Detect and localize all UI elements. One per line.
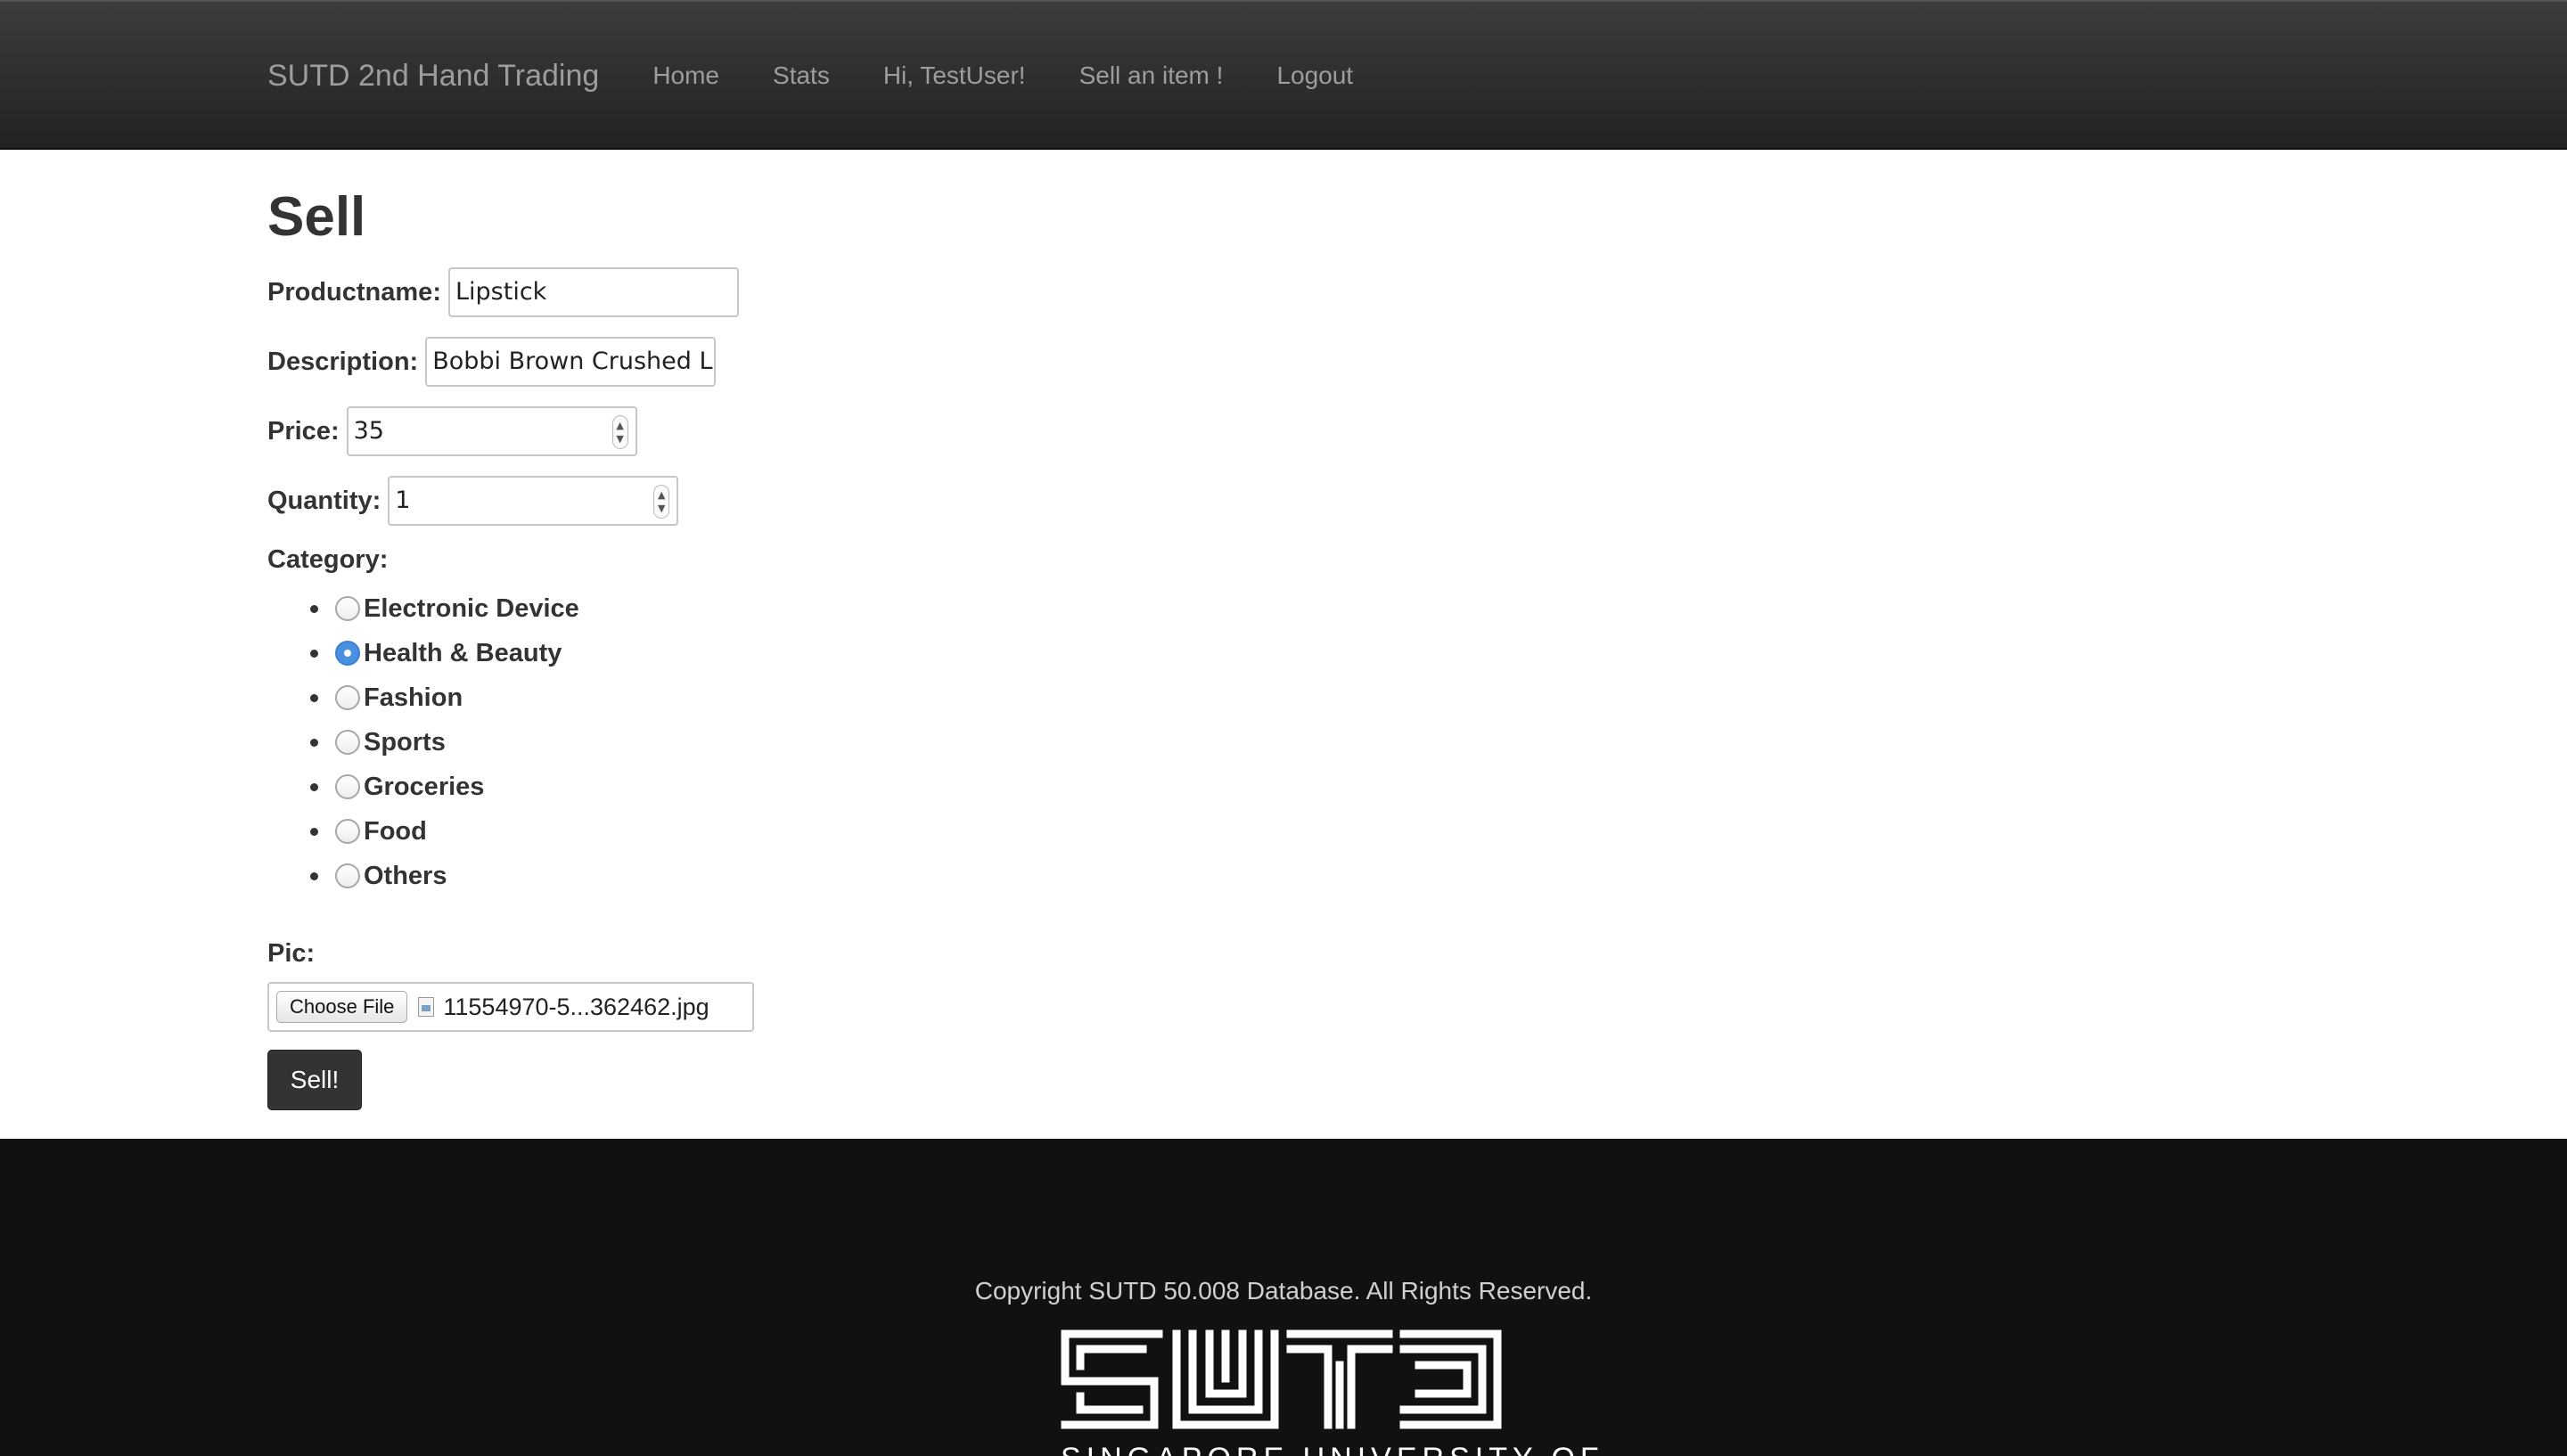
stepper-up-icon[interactable]: ▲ <box>616 419 623 432</box>
category-item-electronic-device[interactable]: Electronic Device <box>267 586 579 631</box>
brand-link[interactable]: SUTD 2nd Hand Trading <box>267 59 599 94</box>
quantity-row: Quantity: 1 ▲ ▼ <box>267 476 679 526</box>
category-item-others[interactable]: Others <box>267 854 579 898</box>
category-list: Electronic Device Health & Beauty Fashio… <box>267 586 579 898</box>
productname-input[interactable]: Lipstick <box>447 267 739 317</box>
quantity-input[interactable]: 1 ▲ ▼ <box>388 476 679 526</box>
radio-electronic-device[interactable] <box>335 596 360 621</box>
radio-groceries[interactable] <box>335 774 360 799</box>
logo-tagline: SINGAPORE UNIVERSITY OF <box>1061 1442 1604 1456</box>
productname-label: Productname: <box>267 277 441 307</box>
navbar: SUTD 2nd Hand Trading Home Stats Hi, Tes… <box>0 0 2567 150</box>
category-item-sports[interactable]: Sports <box>267 720 579 765</box>
productname-row: Productname: Lipstick <box>267 267 739 317</box>
nav-link-logout[interactable]: Logout <box>1276 61 1353 90</box>
choose-file-button[interactable]: Choose File <box>276 991 408 1023</box>
category-item-food[interactable]: Food <box>267 809 579 854</box>
category-item-fashion[interactable]: Fashion <box>267 675 579 720</box>
pic-label: Pic: <box>267 939 316 968</box>
category-label-sports: Sports <box>364 727 446 757</box>
bullet-icon <box>310 828 318 836</box>
bullet-icon <box>310 739 318 747</box>
navbar-inner: SUTD 2nd Hand Trading Home Stats Hi, Tes… <box>267 2 1407 150</box>
radio-fashion[interactable] <box>335 685 360 710</box>
category-item-health-beauty[interactable]: Health & Beauty <box>267 631 579 675</box>
category-item-groceries[interactable]: Groceries <box>267 765 579 809</box>
price-value: 35 <box>353 417 384 445</box>
quantity-stepper[interactable]: ▲ ▼ <box>653 485 670 519</box>
stepper-down-icon[interactable]: ▼ <box>658 502 665 515</box>
description-row: Description: Bobbi Brown Crushed Lip <box>267 337 717 387</box>
category-heading-row: Category: <box>267 545 395 575</box>
nav-link-sell[interactable]: Sell an item ! <box>1079 61 1224 90</box>
bullet-icon <box>310 650 318 658</box>
bullet-icon <box>310 694 318 702</box>
selected-file-name: 11554970-5...362462.jpg <box>443 993 709 1020</box>
bullet-icon <box>310 872 318 880</box>
category-label-electronic-device: Electronic Device <box>364 593 579 623</box>
page-title: Sell <box>267 186 366 248</box>
description-label: Description: <box>267 347 419 376</box>
file-input[interactable]: Choose File 11554970-5...362462.jpg <box>267 982 754 1032</box>
price-input[interactable]: 35 ▲ ▼ <box>346 406 637 456</box>
category-label-fashion: Fashion <box>364 683 463 712</box>
stepper-up-icon[interactable]: ▲ <box>658 488 665 502</box>
stepper-down-icon[interactable]: ▼ <box>616 432 623 446</box>
nav-link-home[interactable]: Home <box>652 61 719 90</box>
radio-health-beauty[interactable] <box>335 641 360 666</box>
bullet-icon <box>310 605 318 613</box>
category-label-groceries: Groceries <box>364 772 485 801</box>
description-input[interactable]: Bobbi Brown Crushed Lip <box>425 337 717 387</box>
nav-link-user[interactable]: Hi, TestUser! <box>883 61 1026 90</box>
copyright-text: Copyright SUTD 50.008 Database. All Righ… <box>974 1277 1593 1305</box>
category-label-food: Food <box>364 816 427 846</box>
radio-food[interactable] <box>335 819 360 844</box>
sutd-logo <box>1061 1329 1502 1429</box>
category-label-others: Others <box>364 861 447 890</box>
category-label: Category: <box>267 545 389 574</box>
quantity-label: Quantity: <box>267 486 381 515</box>
footer: Copyright SUTD 50.008 Database. All Righ… <box>0 1139 2567 1456</box>
category-label-health-beauty: Health & Beauty <box>364 638 562 667</box>
image-file-icon <box>418 997 435 1017</box>
sell-submit-button[interactable]: Sell! <box>267 1050 362 1110</box>
price-row: Price: 35 ▲ ▼ <box>267 406 637 456</box>
pic-heading-row: Pic: <box>267 939 322 969</box>
price-label: Price: <box>267 416 340 446</box>
bullet-icon <box>310 783 318 791</box>
quantity-value: 1 <box>395 487 411 514</box>
radio-others[interactable] <box>335 863 360 888</box>
nav-link-stats[interactable]: Stats <box>773 61 830 90</box>
price-stepper[interactable]: ▲ ▼ <box>611 415 628 449</box>
radio-sports[interactable] <box>335 730 360 755</box>
